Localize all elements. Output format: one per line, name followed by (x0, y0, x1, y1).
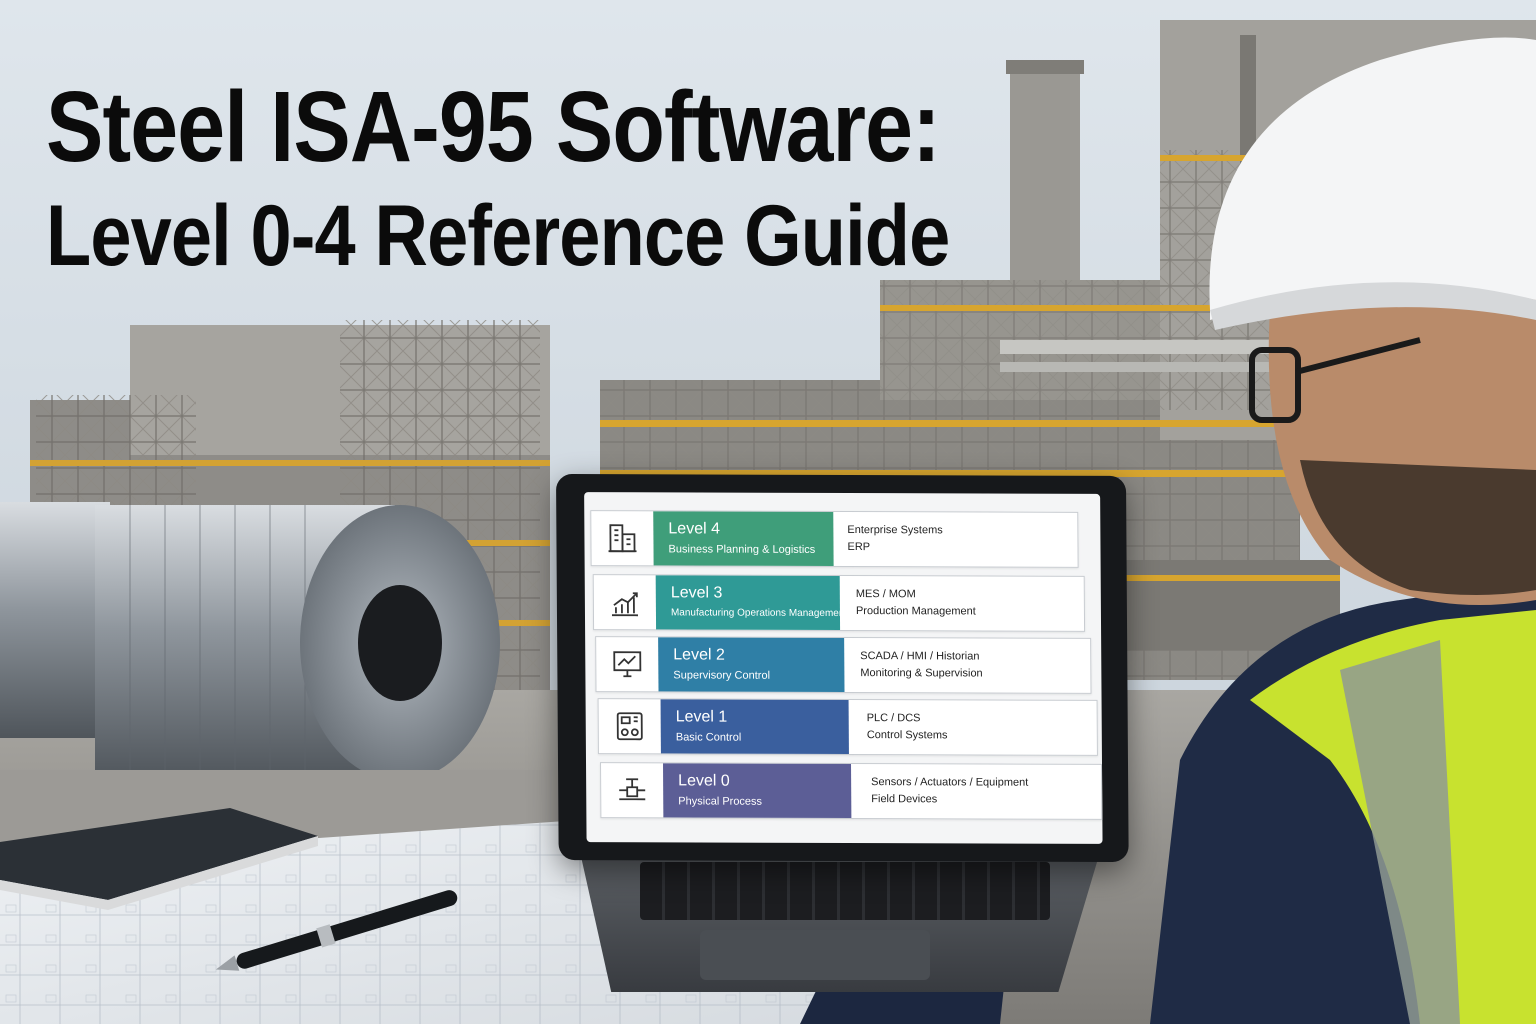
level-desc-line: PLC / DCS (866, 712, 921, 725)
level-description: PLC / DCS Control Systems (867, 710, 948, 744)
level-band: Level 2 Supervisory Control (658, 637, 845, 693)
level-desc-line: Monitoring & Supervision (860, 667, 983, 680)
page-subtitle: Level 0-4 Reference Guide (46, 188, 950, 284)
level-subtitle: Supervisory Control (673, 669, 771, 682)
level-subtitle: Basic Control (675, 731, 742, 744)
plc-controller-icon (598, 699, 662, 754)
level-description: Enterprise Systems ERP (847, 522, 943, 556)
isa95-level-diagram: Level 4 Business Planning & Logistics En… (584, 492, 1103, 844)
level-desc-line: Field Devices (871, 793, 938, 806)
level-desc-line: Sensors / Actuators / Equipment (871, 776, 1029, 789)
level-desc-line: Production Management (855, 605, 976, 618)
level-band: Level 1 Basic Control (660, 699, 849, 755)
laptop-trackpad (700, 930, 930, 980)
level-description: Sensors / Actuators / Equipment Field De… (871, 774, 1028, 809)
level-row-2: Level 2 Supervisory Control SCADA / HMI … (595, 636, 1092, 694)
level-row-3: Level 3 Manufacturing Operations Managem… (592, 574, 1086, 632)
level-subtitle: Physical Process (678, 795, 763, 808)
level-description: MES / MOM Production Management (856, 586, 976, 620)
level-band: Level 0 Physical Process (663, 763, 852, 819)
level-name: Level 0 (678, 772, 730, 790)
laptop-screen-bezel: Level 4 Business Planning & Logistics En… (556, 474, 1129, 863)
valve-pipe-icon (601, 763, 665, 818)
level-desc-line: SCADA / HMI / Historian (860, 650, 980, 663)
level-row-4: Level 4 Business Planning & Logistics En… (590, 510, 1079, 568)
level-row-1: Level 1 Basic Control PLC / DCS Control … (597, 698, 1098, 756)
level-desc-line: Control Systems (866, 729, 948, 742)
level-subtitle: Manufacturing Operations Management (670, 607, 848, 620)
level-subtitle: Business Planning & Logistics (668, 543, 816, 556)
buildings-icon (591, 511, 655, 566)
level-desc-line: Enterprise Systems (847, 524, 943, 537)
level-name: Level 1 (675, 708, 728, 726)
level-desc-line: MES / MOM (855, 588, 916, 601)
laptop-keyboard (640, 862, 1050, 920)
level-row-0: Level 0 Physical Process Sensors / Actua… (600, 762, 1103, 820)
level-description: SCADA / HMI / Historian Monitoring & Sup… (860, 648, 983, 682)
growth-chart-icon (593, 575, 658, 630)
level-name: Level 2 (673, 646, 725, 664)
level-band: Level 3 Manufacturing Operations Managem… (655, 575, 848, 630)
monitor-chart-icon (596, 637, 660, 692)
level-desc-line: ERP (847, 541, 871, 554)
level-band: Level 4 Business Planning & Logistics (653, 511, 834, 566)
level-name: Level 3 (670, 584, 723, 602)
page-title: Steel ISA-95 Software: (46, 71, 941, 183)
level-name: Level 4 (668, 520, 721, 538)
